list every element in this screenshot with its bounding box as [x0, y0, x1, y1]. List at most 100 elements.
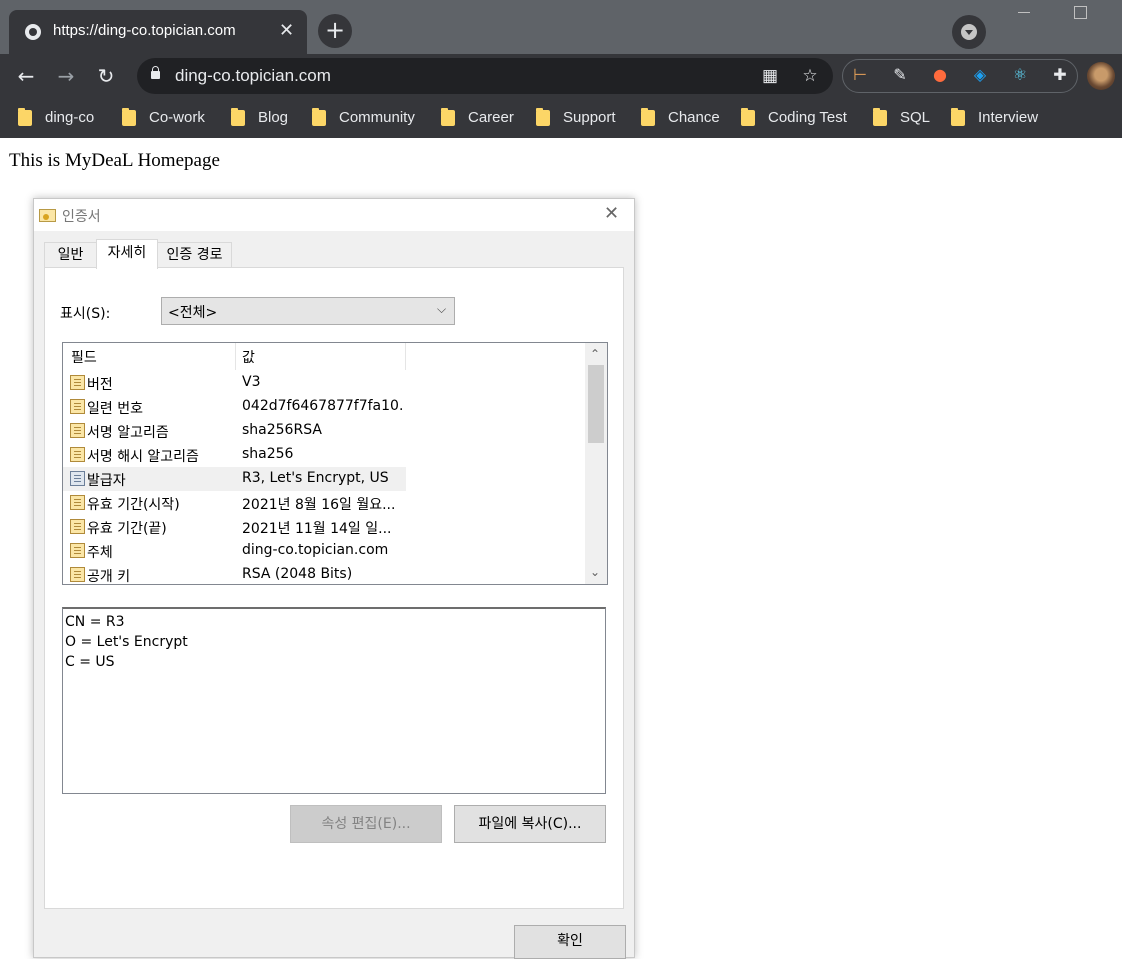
field-value: sha256RSA	[242, 422, 322, 438]
page-heading: This is MyDeaL Homepage	[9, 150, 220, 171]
lock-icon[interactable]	[151, 66, 160, 79]
minimize-icon[interactable]	[1018, 12, 1030, 13]
maximize-icon[interactable]	[1074, 6, 1087, 19]
new-tab-button[interactable]: +	[318, 14, 352, 48]
certificate-icon	[39, 209, 56, 222]
qr-code-icon[interactable]: ▦	[759, 65, 781, 87]
field-name: 일련 번호	[87, 401, 143, 417]
detail-line: O = Let's Encrypt	[65, 634, 188, 650]
tab-general[interactable]: 일반	[44, 242, 97, 268]
folder-icon	[312, 108, 326, 126]
browser-titlebar: https://ding-co.topician.com ✕ +	[0, 0, 1122, 54]
field-icon	[70, 375, 85, 390]
ok-button[interactable]: 확인	[514, 925, 626, 959]
details-panel: 표시(S): <전체> ⌵ 필드 값 버전 V3 일련 번호 042d7f646787…	[44, 267, 624, 909]
field-name: 공개 키	[87, 569, 131, 585]
folder-icon	[441, 108, 455, 126]
field-name: 서명 알고리즘	[87, 425, 169, 441]
field-row[interactable]: 유효 기간(끝) 2021년 11월 14일 일...	[63, 515, 406, 539]
fields-scrollbar[interactable]: ⌃ ⌄	[585, 343, 607, 584]
address-url[interactable]: ding-co.topician.com	[175, 66, 331, 86]
field-icon	[70, 423, 85, 438]
field-name: 발급자	[87, 473, 126, 489]
globe-icon	[25, 24, 41, 40]
close-icon[interactable]: ✕	[604, 203, 619, 224]
field-name: 주체	[87, 545, 113, 561]
address-bar[interactable]: ding-co.topician.com ▦ ☆	[137, 58, 833, 94]
ruler-extension-icon[interactable]: ⊢	[848, 63, 872, 87]
profile-avatar[interactable]	[1087, 62, 1115, 90]
forward-button[interactable]: →	[52, 62, 80, 90]
extensions-group	[842, 59, 1078, 93]
react-extension-icon[interactable]: ⚛	[1008, 63, 1032, 87]
reload-button[interactable]: ↻	[92, 62, 120, 90]
field-value: sha256	[242, 446, 294, 462]
field-row[interactable]: 공개 키 RSA (2048 Bits)	[63, 563, 406, 585]
dialog-titlebar[interactable]: 인증서 ✕	[34, 199, 634, 231]
dialog-title: 인증서	[62, 209, 101, 225]
fields-header: 필드 값	[63, 343, 585, 370]
tab-close-icon[interactable]: ✕	[279, 20, 294, 41]
field-value: R3, Let's Encrypt, US	[242, 470, 389, 486]
certificate-dialog: 인증서 ✕ 일반 자세히 인증 경로 표시(S): <전체> ⌵ 필드 값 버전…	[33, 198, 635, 959]
show-label: 표시(S):	[60, 306, 111, 322]
field-row[interactable]: 주체 ding-co.topician.com	[63, 539, 406, 563]
field-icon	[70, 567, 85, 582]
scroll-down-icon[interactable]: ⌄	[590, 565, 600, 579]
field-row[interactable]: 버전 V3	[63, 371, 406, 395]
puzzle-extension-icon[interactable]: ✚	[1048, 63, 1072, 87]
field-value: RSA (2048 Bits)	[242, 566, 353, 582]
fields-list[interactable]: 필드 값 버전 V3 일련 번호 042d7f6467877f7fa10... 서명 알…	[62, 342, 608, 585]
field-row[interactable]: 유효 기간(시작) 2021년 8월 16일 월요...	[63, 491, 406, 515]
field-value: ding-co.topician.com	[242, 542, 389, 558]
field-value: 042d7f6467877f7fa10...	[242, 398, 402, 414]
column-header-value[interactable]: 값	[236, 343, 406, 370]
folder-icon	[231, 108, 245, 126]
back-button[interactable]: ←	[12, 62, 40, 90]
field-detail-box[interactable]: CN = R3 O = Let's Encrypt C = US	[62, 607, 606, 794]
scroll-thumb[interactable]	[588, 365, 604, 443]
edit-properties-button[interactable]: 속성 편집(E)...	[290, 805, 442, 843]
field-row[interactable]: 서명 해시 알고리즘 sha256	[63, 443, 406, 467]
tab-cert-path[interactable]: 인증 경로	[157, 242, 232, 268]
field-name: 유효 기간(끝)	[87, 521, 167, 537]
detail-line: CN = R3	[65, 614, 125, 630]
field-icon	[70, 519, 85, 534]
show-select-value: <전체>	[168, 305, 218, 321]
tab-details[interactable]: 자세히	[96, 239, 158, 269]
bookmark-star-icon[interactable]: ☆	[799, 65, 821, 87]
field-name: 유효 기간(시작)	[87, 497, 180, 513]
tab-title: https://ding-co.topician.com	[53, 22, 236, 39]
field-row[interactable]: 서명 알고리즘 sha256RSA	[63, 419, 406, 443]
folder-icon	[122, 108, 136, 126]
folder-icon	[873, 108, 887, 126]
twitter-extension-icon[interactable]: ◈	[968, 63, 992, 87]
folder-icon	[641, 108, 655, 126]
bookmarks-bar: ding-co Co-work Blog Community Career Su…	[0, 98, 1122, 138]
browser-toolbar: ← → ↻ ding-co.topician.com ▦ ☆ ⊢ ✎ ● ◈ ⚛…	[0, 54, 1122, 98]
field-icon	[70, 399, 85, 414]
field-name: 서명 해시 알고리즘	[87, 449, 199, 465]
folder-icon	[18, 108, 32, 126]
folder-icon	[741, 108, 755, 126]
detail-line: C = US	[65, 654, 115, 670]
pen-extension-icon[interactable]: ✎	[888, 63, 912, 87]
column-header-field[interactable]: 필드	[63, 343, 236, 370]
field-row[interactable]: 일련 번호 042d7f6467877f7fa10...	[63, 395, 406, 419]
field-icon	[70, 447, 85, 462]
field-value: V3	[242, 374, 261, 390]
show-select[interactable]: <전체> ⌵	[161, 297, 455, 325]
color-wheel-extension-icon[interactable]: ●	[928, 63, 952, 87]
folder-icon	[536, 108, 550, 126]
field-icon	[70, 471, 85, 486]
copy-to-file-button[interactable]: 파일에 복사(C)...	[454, 805, 606, 843]
chevron-down-icon: ⌵	[437, 302, 447, 316]
chevron-down-icon	[965, 30, 973, 35]
scroll-up-icon[interactable]: ⌃	[590, 347, 600, 361]
field-icon	[70, 495, 85, 510]
field-row[interactable]: 발급자 R3, Let's Encrypt, US	[63, 467, 406, 491]
tab-search-button[interactable]	[952, 15, 986, 49]
browser-tab[interactable]: https://ding-co.topician.com ✕	[9, 10, 307, 54]
field-name: 버전	[87, 377, 113, 393]
field-value: 2021년 11월 14일 일...	[242, 521, 392, 537]
